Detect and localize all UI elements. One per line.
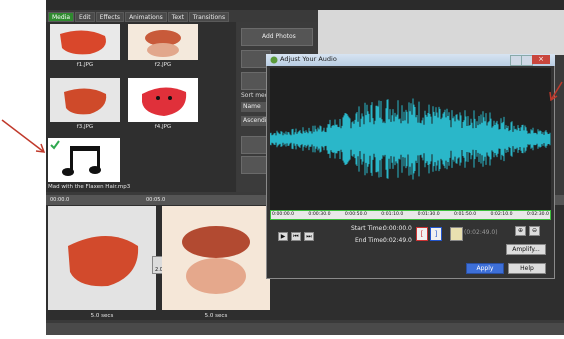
ruler-tick: 0:01:10.0	[381, 212, 404, 217]
app-icon	[270, 56, 278, 64]
play-button[interactable]: ▶	[278, 232, 288, 241]
close-icon[interactable]: ×	[532, 55, 550, 64]
timeline-clip-2[interactable]	[162, 206, 270, 310]
media-thumb-f1[interactable]	[50, 24, 120, 60]
forward-button[interactable]: ⏭	[304, 232, 314, 241]
record-button[interactable]	[241, 156, 267, 174]
ruler-tick: 0:00:50.0	[344, 212, 367, 217]
start-time-label: Start Time:	[351, 225, 385, 232]
menu-bar	[46, 0, 564, 10]
media-caption: f3.JPG	[76, 124, 94, 130]
audio-waveform	[269, 98, 551, 180]
apply-button[interactable]: Apply	[466, 263, 504, 274]
end-time-label: End Time:	[355, 237, 386, 244]
ruler-tick: 0:02:10.0	[490, 212, 513, 217]
timeline-clip-1[interactable]	[48, 206, 156, 310]
media-caption: Mad with the Flaxen Hair.mp3	[48, 184, 131, 190]
annotation-arrow-icon	[1, 119, 46, 153]
ruler-tick: 00:05.0	[146, 197, 166, 203]
rewind-button[interactable]: ⏮	[291, 232, 301, 241]
media-thumb-f2[interactable]	[128, 24, 198, 60]
liver-image-icon	[50, 78, 120, 122]
set-start-marker-button[interactable]: [	[416, 227, 428, 241]
help-button[interactable]: Help	[508, 263, 546, 274]
add-photos-button[interactable]: Add Photos	[241, 28, 313, 46]
tab-transitions[interactable]: Transitions	[188, 12, 230, 22]
liver-image-icon	[50, 24, 120, 60]
zoom-out-icon[interactable]: ⊖	[529, 226, 540, 236]
waveform-panel[interactable]	[269, 68, 551, 210]
sort-by-select[interactable]: Name	[241, 102, 267, 112]
ruler-tick: 0:00:00.0	[272, 212, 295, 217]
liver-image-icon	[48, 206, 156, 310]
amplify-button[interactable]: Amplify...	[506, 244, 546, 255]
media-caption: f2.JPG	[154, 62, 172, 68]
duration-readout: (0:02:49.0)	[464, 229, 498, 236]
sort-label: Sort med	[241, 92, 269, 99]
media-caption: f4.JPG	[154, 124, 172, 130]
audio-ruler-ticks: 0:00:00.0 0:00:30.0 0:00:50.0 0:01:10.0 …	[272, 212, 549, 219]
timeline-scrollbar[interactable]	[46, 323, 564, 335]
add-button[interactable]	[241, 136, 267, 154]
start-time-value[interactable]: 0:00:00.0	[383, 225, 412, 232]
digestive-image-icon	[128, 24, 198, 60]
waveform-path	[269, 98, 551, 180]
ruler-tick: 00:00.0	[50, 197, 70, 203]
ruler-tick: 0:01:50.0	[454, 212, 477, 217]
tab-text[interactable]: Text	[167, 12, 188, 22]
ruler-tick: 0:00:30.0	[308, 212, 331, 217]
clip-icon[interactable]	[450, 227, 463, 241]
tab-animations[interactable]: Animations	[125, 12, 167, 22]
ruler-tick: 0:02:30.0	[526, 212, 549, 217]
checkmark-icon	[50, 140, 60, 150]
end-time-value[interactable]: 0:02:49.0	[383, 237, 412, 244]
tab-effects[interactable]: Effects	[95, 12, 125, 22]
cartoon-liver-icon	[128, 78, 198, 122]
zoom-in-icon[interactable]: ⊕	[515, 226, 526, 236]
ruler-tick: 0:01:30.0	[417, 212, 440, 217]
set-end-marker-button[interactable]: ]	[430, 227, 442, 241]
digestive-image-icon	[162, 206, 270, 310]
media-thumb-f3[interactable]	[50, 78, 120, 122]
clip-duration: 5.0 secs	[90, 313, 114, 319]
tab-media[interactable]: Media	[48, 12, 75, 22]
tab-edit[interactable]: Edit	[75, 12, 95, 22]
tab-bar: Media Edit Effects Animations Text Trans…	[48, 12, 230, 22]
media-thumb-audio[interactable]	[48, 138, 120, 182]
dialog-title: Adjust Your Audio	[280, 55, 337, 63]
annotation-arrow-icon	[549, 81, 563, 102]
media-caption: f1.JPG	[76, 62, 94, 68]
sort-order-select[interactable]: Ascendir	[241, 116, 269, 126]
clip-duration: 5.0 secs	[204, 313, 228, 319]
media-thumb-f4[interactable]	[128, 78, 198, 122]
preview-panel	[318, 10, 564, 55]
